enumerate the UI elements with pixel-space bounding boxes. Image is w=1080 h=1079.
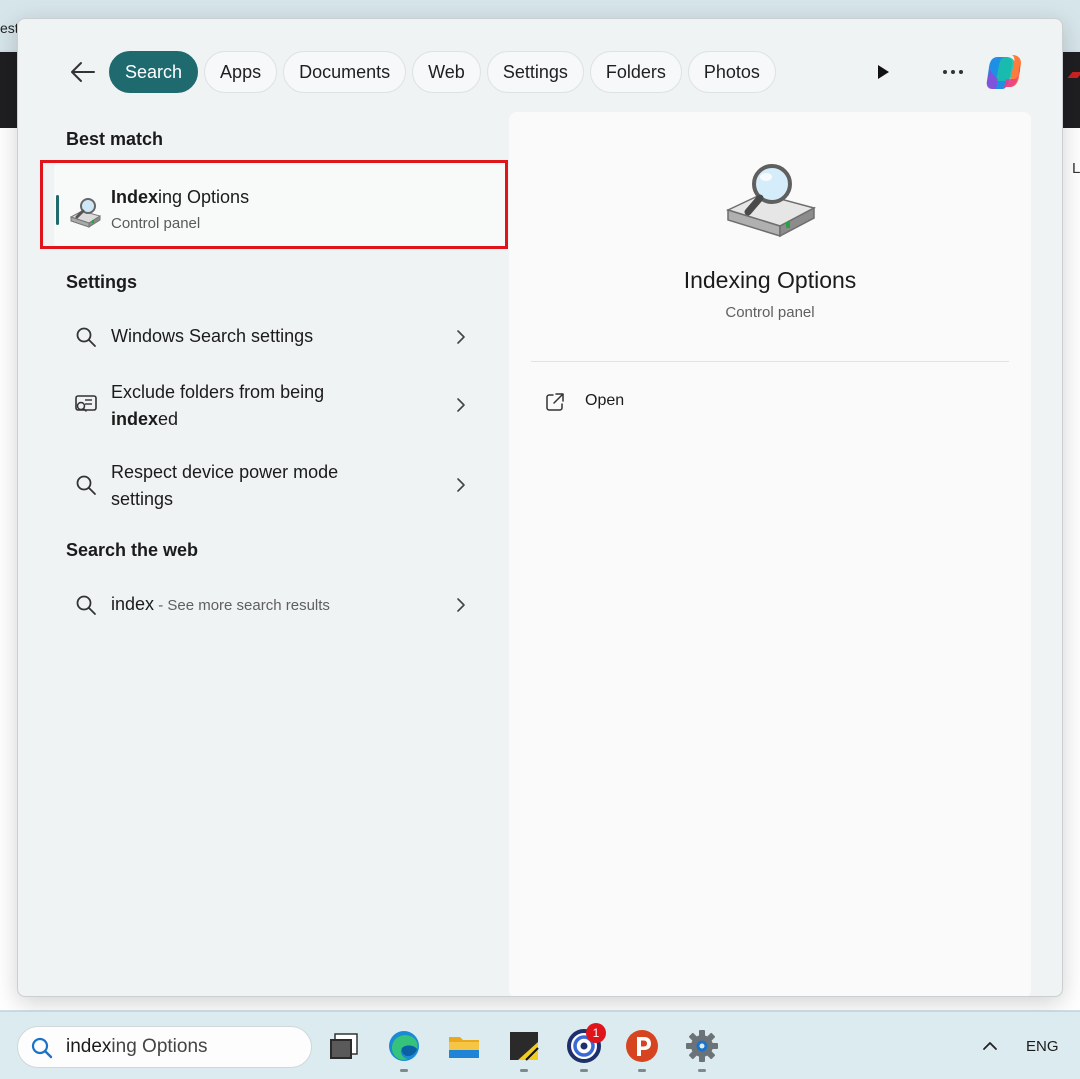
open-action[interactable]: Open — [545, 390, 705, 418]
indexing-options-icon — [725, 164, 817, 238]
tab-photos[interactable]: Photos — [687, 51, 776, 93]
more-tabs-button[interactable] — [870, 59, 896, 85]
settings-heading: Settings — [66, 272, 138, 292]
web-search-item[interactable]: index - See more search results — [66, 589, 476, 621]
settings-gear-icon[interactable] — [684, 1028, 720, 1064]
background-letter: L — [1072, 160, 1080, 177]
tab-folders[interactable]: Folders — [589, 51, 682, 93]
running-indicator — [580, 1069, 588, 1072]
tab-web[interactable]: Web — [412, 51, 481, 93]
running-indicator — [520, 1069, 528, 1072]
p-app-icon[interactable] — [624, 1028, 660, 1064]
notification-badge: 1 — [586, 1023, 606, 1043]
tab-apps[interactable]: Apps — [204, 51, 278, 93]
best-match-title: Indexing Options — [111, 187, 250, 207]
taskbar-search-value: indexing Options — [66, 1036, 208, 1057]
web-search-label: index - See more search results — [111, 594, 330, 614]
taskbar-search-box[interactable]: indexing Options — [17, 1026, 312, 1068]
settings-item-windows-search[interactable]: Windows Search settings — [66, 321, 476, 353]
settings-item-label: Windows Search settings — [111, 326, 314, 346]
preview-title: Indexing Options — [683, 267, 857, 293]
search-list-icon — [75, 395, 97, 412]
play-icon — [878, 65, 889, 79]
running-indicator — [698, 1069, 706, 1072]
indexing-options-icon — [69, 198, 102, 228]
edge-browser-icon[interactable] — [386, 1028, 422, 1064]
selection-accent-bar — [56, 195, 59, 225]
open-label: Open — [585, 392, 625, 409]
preview-pane: Indexing Options Control panel Open — [509, 112, 1031, 996]
search-icon — [31, 1037, 53, 1059]
running-indicator — [638, 1069, 646, 1072]
best-match-heading: Best match — [66, 129, 164, 149]
arrow-left-icon — [71, 62, 95, 82]
filter-tabs: Search Apps Documents Web Settings Folde… — [109, 51, 776, 93]
tab-settings[interactable]: Settings — [486, 51, 584, 93]
copilot-icon — [986, 55, 1021, 89]
file-explorer-icon[interactable] — [446, 1028, 482, 1064]
sticky-notes-icon[interactable] — [506, 1028, 542, 1064]
settings-item-power-mode[interactable]: Respect device power mode settings — [66, 457, 476, 515]
preview-divider — [531, 361, 1009, 362]
chevron-up-icon[interactable] — [980, 1036, 1000, 1056]
search-icon — [76, 475, 96, 495]
more-options-button[interactable] — [938, 59, 968, 85]
search-icon — [76, 595, 96, 615]
chevron-right-icon — [457, 478, 465, 492]
back-button[interactable] — [66, 55, 100, 89]
search-web-heading: Search the web — [66, 540, 199, 560]
preview-subtitle: Control panel — [725, 304, 815, 321]
language-indicator[interactable]: ENG — [1026, 1038, 1059, 1055]
settings-item-label: Exclude folders from being indexed — [111, 382, 325, 429]
search-flyout: Search Apps Documents Web Settings Folde… — [17, 18, 1063, 997]
running-indicator — [400, 1069, 408, 1072]
settings-item-exclude-folders[interactable]: Exclude folders from being indexed — [66, 377, 476, 435]
open-external-icon — [546, 393, 564, 411]
copilot-button[interactable] — [984, 51, 1026, 93]
task-view-icon[interactable] — [326, 1028, 362, 1064]
tab-documents[interactable]: Documents — [283, 51, 407, 93]
search-icon — [76, 327, 96, 347]
best-match-indexing-options[interactable]: Indexing Options Control panel — [54, 162, 508, 248]
chevron-right-icon — [457, 330, 465, 344]
background-text: est — [0, 20, 19, 36]
tab-search[interactable]: Search — [109, 51, 199, 93]
settings-item-label: Respect device power mode settings — [111, 462, 339, 509]
ellipsis-icon — [943, 70, 963, 74]
taskbar: indexing Options — [0, 1011, 1080, 1079]
chevron-right-icon — [457, 398, 465, 412]
best-match-subtitle: Control panel — [111, 215, 201, 232]
chevron-right-icon — [457, 598, 465, 612]
